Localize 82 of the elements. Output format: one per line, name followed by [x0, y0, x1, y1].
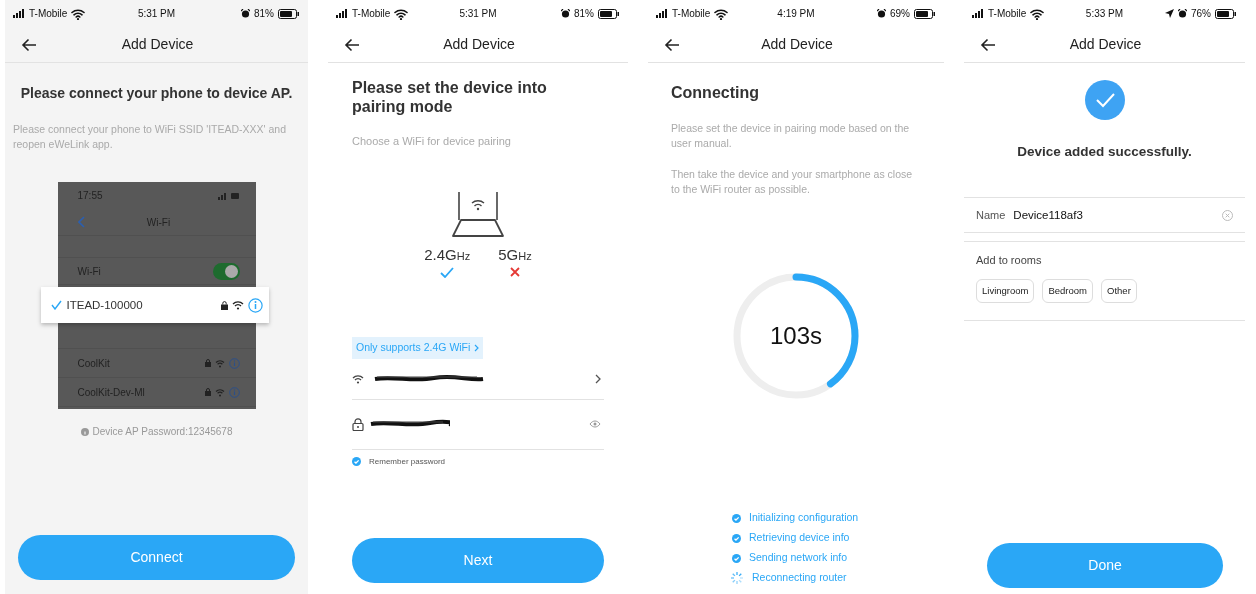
instruction-text: Please connect your phone to WiFi SSID 'ITEAD-XXX' and reopen eWeLink app. — [13, 121, 288, 152]
page-heading: Please set the device into pairing mode — [352, 78, 548, 117]
wifi-icon — [71, 7, 86, 20]
instruction-text: Choose a WiFi for device pairing — [352, 134, 512, 150]
wifi-icon — [394, 7, 409, 20]
alarm-clock-icon — [1177, 9, 1187, 18]
chevron-right-icon — [474, 343, 480, 352]
clear-icon — [1222, 209, 1233, 221]
back-arrow-icon — [980, 37, 996, 52]
alarm-clock-icon — [876, 9, 886, 18]
checkmark-icon — [50, 300, 62, 311]
status-time: 5:31 PM — [458, 7, 498, 21]
screen-title: Add Device — [760, 35, 834, 54]
status-time: 5:33 PM — [1084, 7, 1125, 21]
router-icon — [451, 190, 505, 239]
band-label: 2.4GHz — [424, 245, 471, 266]
signal-icon — [13, 9, 25, 18]
back-chevron-icon — [77, 216, 85, 229]
wifi-icon — [1030, 7, 1045, 20]
step-label: Reconnecting router — [752, 570, 847, 586]
battery-icon — [598, 8, 620, 19]
battery-percent: 69% — [889, 7, 910, 21]
battery-icon — [914, 8, 936, 19]
lock-icon — [204, 359, 211, 368]
room-chip[interactable]: Livingroom — [976, 278, 1035, 303]
back-arrow-icon — [344, 37, 360, 52]
status-time: 5:31 PM — [136, 7, 177, 21]
battery-percent: 81% — [574, 7, 594, 21]
lock-icon — [220, 300, 228, 310]
signal-icon — [972, 9, 984, 18]
alarm-clock-icon — [561, 9, 570, 18]
wifi-icon — [352, 373, 364, 384]
field-label: Name — [976, 208, 1006, 223]
info-icon — [228, 357, 240, 369]
band-label: 5GHz — [498, 245, 532, 266]
carrier-name: T-Mobile — [29, 7, 68, 21]
carrier-name: T-Mobile — [988, 7, 1027, 21]
carrier-name: T-Mobile — [352, 7, 391, 21]
screen-title: Add Device — [120, 35, 195, 54]
battery-percent: 81% — [254, 7, 274, 21]
room-chip[interactable]: Other — [1101, 278, 1137, 303]
signal-icon — [336, 9, 348, 18]
wifi-icon — [214, 387, 225, 397]
info-icon — [228, 386, 240, 398]
success-check-icon — [1084, 80, 1125, 120]
network-name: ITEAD-100000 — [66, 297, 143, 313]
lock-icon — [204, 388, 211, 397]
name-input[interactable]: Device118af3 — [1013, 206, 1222, 224]
carrier-name: T-Mobile — [672, 7, 711, 21]
page-heading: Connecting — [671, 83, 760, 103]
wifi-icon — [714, 7, 729, 20]
password-note: Device AP Password:12345678 — [92, 425, 233, 440]
step-label: Initializing configuration — [749, 510, 859, 526]
info-icon — [247, 297, 263, 313]
battery-percent: 76% — [1190, 7, 1211, 21]
chevron-right-icon — [595, 373, 601, 384]
room-chip[interactable]: Bedroom — [1042, 278, 1094, 303]
success-message: Device added successfully. — [1016, 143, 1193, 161]
alarm-clock-icon — [241, 9, 250, 18]
info-icon — [80, 427, 89, 436]
instruction-text: Then take the device and your smartphone as close to the WiFi router as possible. — [671, 166, 914, 197]
section-label: Add to rooms — [976, 253, 1042, 269]
battery-icon — [278, 8, 300, 19]
status-time: 4:19 PM — [776, 7, 816, 21]
step-label: Retrieving device info — [749, 530, 850, 546]
wifi-icon — [231, 300, 244, 311]
back-arrow-icon — [664, 37, 680, 52]
countdown-text: 103s — [768, 321, 823, 352]
screen-title: Add Device — [442, 35, 516, 54]
battery-icon — [1215, 8, 1237, 19]
lock-icon — [352, 417, 364, 431]
checkbox[interactable] — [352, 457, 361, 467]
status-icons — [217, 191, 240, 200]
page-heading: Please connect your phone to device AP. — [19, 85, 294, 102]
wifi-icon — [214, 358, 225, 368]
step-label: Sending network info — [749, 550, 848, 566]
instruction-text: Please set the device in pairing mode based on the user manual. — [671, 121, 911, 152]
checkbox-label: Remember password — [369, 455, 446, 468]
back-arrow-icon — [21, 37, 37, 52]
eye-icon — [589, 420, 601, 429]
signal-icon — [656, 9, 668, 18]
screen-title: Add Device — [1068, 35, 1143, 54]
